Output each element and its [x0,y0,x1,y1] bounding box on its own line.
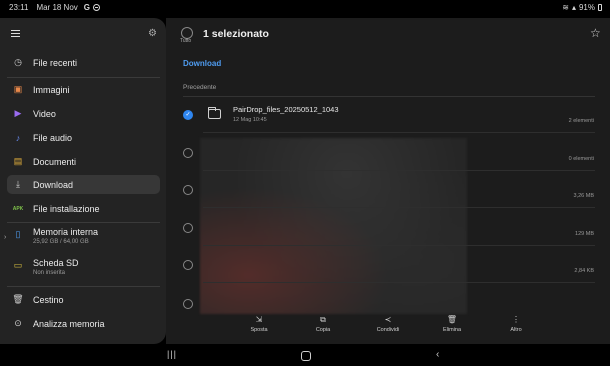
file-meta: 2,84 KB [574,268,594,274]
share-button[interactable]: ≺ Condividi [368,315,408,333]
row-checkbox[interactable] [183,260,193,270]
video-icon: ▶ [14,108,22,118]
more-label: Altro [510,327,522,333]
sidebar-item-label: Immagini [33,84,70,95]
action-toolbar: ⇲ Sposta ⧉ Copia ≺ Condividi 🗑 Elimina ⋮… [225,315,565,339]
gear-icon[interactable]: ⚙ [148,28,157,39]
more-button[interactable]: ⋮ Altro [496,315,536,333]
sidebar-item-documents[interactable]: ▤ Documenti [7,152,160,171]
blurred-content [200,138,467,314]
download-icon: ⤓ [16,179,20,189]
sidebar-item-label: File recenti [33,57,78,68]
folder-icon [208,107,221,119]
status-time: 23:11 [9,2,29,12]
sidebar-item-trash[interactable]: 🗑 Cestino [7,290,160,309]
sidebar-item-video[interactable]: ▶ Video [7,104,160,123]
divider [203,170,595,171]
file-name[interactable]: PairDrop_files_20250512_1043 [233,105,339,114]
row-checkbox[interactable]: ✓ [183,110,193,120]
status-bar: 23:11 Mar 18 Nov G ≋ ▴ 91% [0,0,610,14]
sidebar-item-label: Analizza memoria [33,318,105,329]
back-icon[interactable]: ‹ [436,349,439,360]
signal-icon: ▴ [571,2,576,12]
row-checkbox[interactable] [183,185,193,195]
main-panel: Tutto 1 selezionato ☆ Download Precedent… [166,18,610,344]
breadcrumb[interactable]: Download [183,59,221,68]
sidebar-item-internal-storage[interactable]: ▯ Memoria interna 25,92 GB / 64,00 GB [7,227,160,251]
document-icon: ▤ [13,156,23,166]
trash-icon: 🗑 [12,294,24,304]
sidebar: ⚙ ◷ File recenti ▣ Immagini ▶ Video ♪ Fi… [0,18,166,344]
file-meta: 2 elementi [568,118,594,124]
row-checkbox[interactable] [183,299,193,309]
status-date: Mar 18 Nov [36,2,78,12]
row-checkbox[interactable] [183,223,193,233]
do-not-disturb-icon [93,3,101,11]
system-nav-bar: ||| ‹ [0,344,610,366]
music-icon: ♪ [15,132,21,143]
share-icon: ≺ [384,315,392,324]
divider [203,245,595,246]
recents-icon[interactable]: ||| [167,349,177,359]
sidebar-item-label: Video [33,108,56,119]
delete-button[interactable]: 🗑 Elimina [432,315,472,333]
divider [7,286,160,287]
divider [7,77,160,78]
more-icon: ⋮ [512,315,520,324]
sidebar-item-download[interactable]: ⤓ Download [7,175,160,194]
divider [183,96,595,97]
page-title: 1 selezionato [203,28,269,40]
copy-icon: ⧉ [320,315,326,324]
divider [203,132,595,133]
share-label: Condividi [376,327,400,333]
image-icon: ▣ [13,84,23,94]
sidebar-item-label: Memoria interna [33,227,99,237]
divider [203,282,595,283]
sidebar-item-install-files[interactable]: APK File installazione [7,199,160,218]
sidebar-item-label: Download [33,179,74,190]
row-checkbox[interactable] [183,148,193,158]
sidebar-item-label: Scheda SD [33,258,79,268]
trash-icon: 🗑 [446,315,458,324]
sidebar-item-label: Cestino [33,294,64,305]
section-header: Precedente [183,84,217,91]
wifi-icon: ≋ [562,2,569,12]
phone-icon: ▯ [15,229,21,239]
copy-label: Copia [315,327,331,333]
analyze-icon: ⊙ [14,318,22,328]
select-all-label: Tutto [180,38,192,44]
battery-level: 91% [578,2,595,12]
google-icon: G [83,2,91,12]
sidebar-item-label: File audio [33,132,73,143]
file-meta: 129 MB [575,231,594,237]
sidebar-item-sd-card[interactable]: ▭ Scheda SD Non inserita [7,258,160,282]
apk-icon: APK [12,205,24,212]
sidebar-item-audio[interactable]: ♪ File audio [7,128,160,147]
sidebar-item-label: File installazione [33,203,100,214]
move-icon: ⇲ [255,315,263,324]
battery-icon [598,3,602,11]
sidebar-item-images[interactable]: ▣ Immagini [7,80,160,99]
copy-button[interactable]: ⧉ Copia [303,315,343,333]
divider [7,222,160,223]
sidebar-item-recent-files[interactable]: ◷ File recenti [7,53,160,72]
divider [203,207,595,208]
sdcard-icon: ▭ [13,260,23,270]
storage-usage: 25,92 GB / 64,00 GB [33,239,89,245]
clock-icon: ◷ [14,57,22,67]
sdcard-status: Non inserita [33,270,66,276]
move-label: Sposta [250,327,268,333]
file-meta: 3,26 MB [573,193,594,199]
home-icon[interactable] [301,351,311,361]
file-date: 12 Mag 10:45 [233,117,267,123]
menu-icon[interactable] [11,30,20,37]
sidebar-item-label: Documenti [33,156,77,167]
sidebar-item-analyze-storage[interactable]: ⊙ Analizza memoria [7,314,160,333]
star-icon[interactable]: ☆ [590,26,601,40]
chevron-right-icon[interactable]: › [4,234,6,241]
delete-label: Elimina [442,327,462,333]
move-button[interactable]: ⇲ Sposta [239,315,279,333]
file-meta: 0 elementi [568,156,594,162]
